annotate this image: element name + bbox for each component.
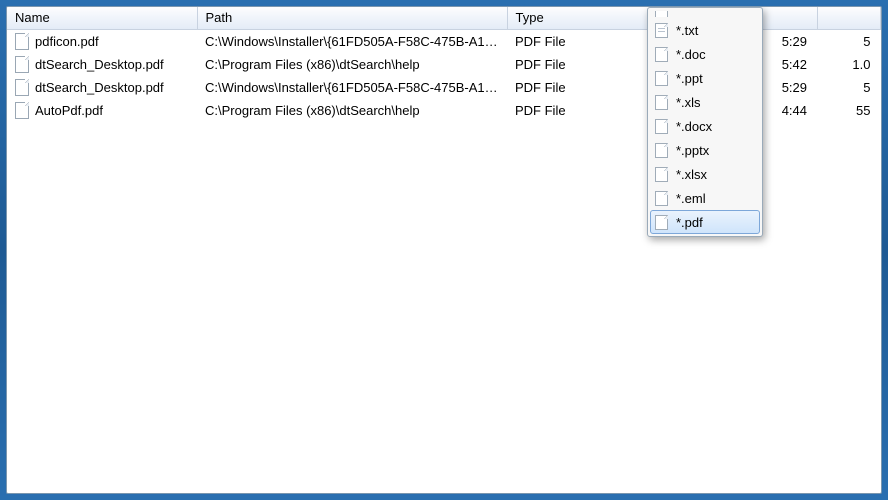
dropdown-item-label: *.doc bbox=[676, 47, 706, 62]
file-icon bbox=[655, 119, 668, 134]
dropdown-item-label: *.docx bbox=[676, 119, 712, 134]
dropdown-item-label: *.xlsx bbox=[676, 167, 707, 182]
col-header-name[interactable]: Name bbox=[7, 7, 197, 30]
file-path: C:\Program Files (x86)\dtSearch\help bbox=[197, 99, 507, 122]
file-size: 55 bbox=[817, 99, 881, 122]
file-icon bbox=[655, 167, 668, 182]
file-icon bbox=[655, 215, 668, 230]
file-name: dtSearch_Desktop.pdf bbox=[35, 80, 164, 95]
file-name: AutoPdf.pdf bbox=[35, 103, 103, 118]
dropdown-item-label: *.ppt bbox=[676, 71, 703, 86]
file-size: 5 bbox=[817, 76, 881, 99]
file-icon bbox=[655, 95, 668, 110]
file-path: C:\Windows\Installer\{61FD505A-F58C-475B… bbox=[197, 30, 507, 54]
dropdown-item[interactable]: *.ppt bbox=[650, 66, 760, 90]
dropdown-item[interactable]: *.xls bbox=[650, 90, 760, 114]
file-path: C:\Windows\Installer\{61FD505A-F58C-475B… bbox=[197, 76, 507, 99]
dropdown-item-label: *.xls bbox=[676, 95, 701, 110]
file-name: pdficon.pdf bbox=[35, 34, 99, 49]
file-icon bbox=[655, 191, 668, 206]
dropdown-item[interactable]: *.docx bbox=[650, 114, 760, 138]
file-size: 1.0 bbox=[817, 53, 881, 76]
file-icon bbox=[655, 10, 668, 18]
file-name: dtSearch_Desktop.pdf bbox=[35, 57, 164, 72]
file-icon bbox=[15, 56, 29, 73]
dropdown-item-label: *.pptx bbox=[676, 143, 709, 158]
filetype-filter-dropdown[interactable]: *.txt *.doc *.ppt *.xls *.docx *.pptx *.xlsx *.… bbox=[647, 7, 763, 237]
file-icon bbox=[15, 33, 29, 50]
file-icon bbox=[15, 102, 29, 119]
file-icon bbox=[15, 79, 29, 96]
file-icon bbox=[655, 23, 668, 38]
dropdown-item-clipped[interactable] bbox=[650, 10, 760, 18]
dropdown-item[interactable]: *.eml bbox=[650, 186, 760, 210]
dropdown-item-label: *.eml bbox=[676, 191, 706, 206]
file-path: C:\Program Files (x86)\dtSearch\help bbox=[197, 53, 507, 76]
file-size: 5 bbox=[817, 30, 881, 54]
col-header-size[interactable] bbox=[817, 7, 881, 30]
dropdown-item[interactable]: *.doc bbox=[650, 42, 760, 66]
file-icon bbox=[655, 143, 668, 158]
dropdown-item[interactable]: *.txt bbox=[650, 18, 760, 42]
dropdown-item-label: *.pdf bbox=[676, 215, 703, 230]
dropdown-item-label: *.txt bbox=[676, 23, 698, 38]
file-icon bbox=[655, 71, 668, 86]
dropdown-item[interactable]: *.pdf bbox=[650, 210, 760, 234]
dropdown-item[interactable]: *.xlsx bbox=[650, 162, 760, 186]
file-list-pane: Name Path Type pdficon.pdfC:\Windows\Ins… bbox=[6, 6, 882, 494]
file-icon bbox=[655, 47, 668, 62]
dropdown-item[interactable]: *.pptx bbox=[650, 138, 760, 162]
col-header-path[interactable]: Path bbox=[197, 7, 507, 30]
